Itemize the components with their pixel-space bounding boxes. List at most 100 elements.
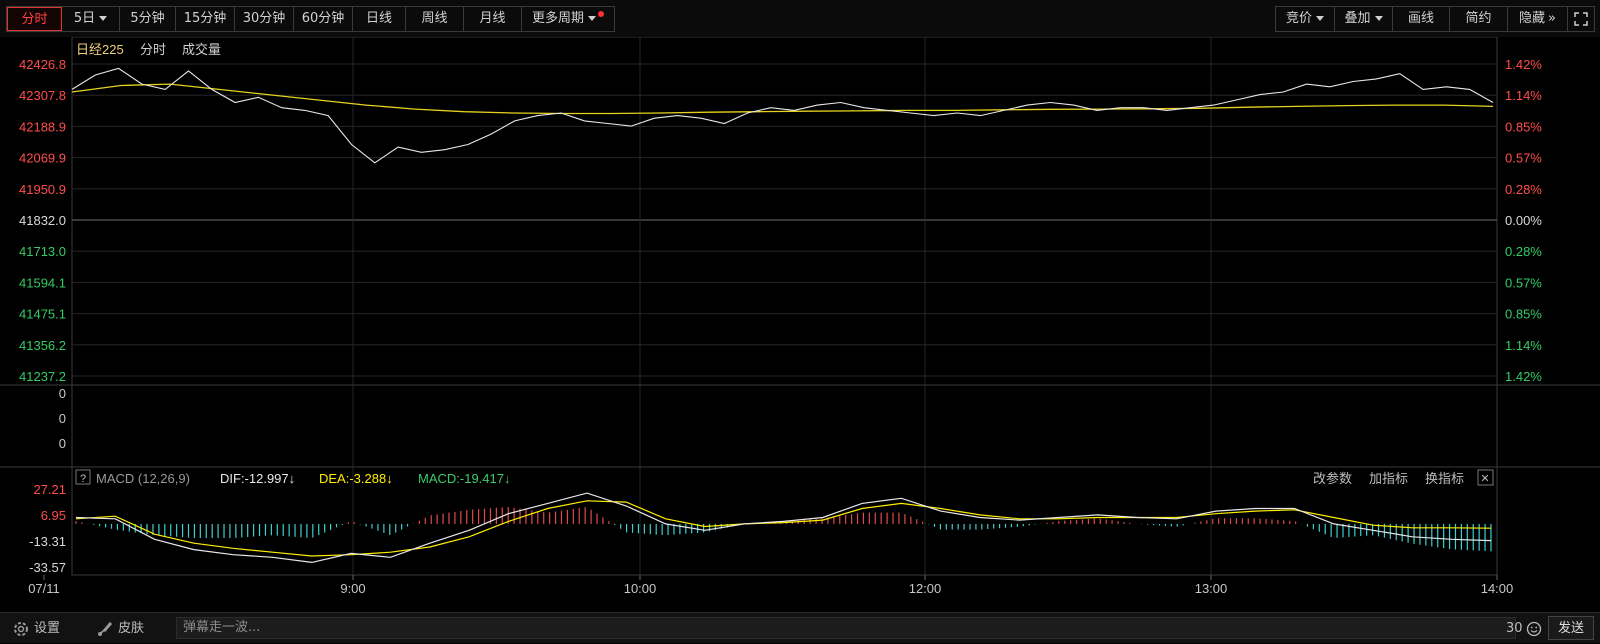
smiley-icon bbox=[1526, 621, 1542, 636]
dif-line bbox=[75, 492, 1492, 564]
macd-name: MACD (12,26,9) bbox=[96, 471, 190, 486]
macd-axis-label: -33.57 bbox=[29, 560, 66, 575]
tool-button-1[interactable]: 叠加 bbox=[1335, 7, 1393, 31]
expand-icon bbox=[1574, 11, 1588, 26]
tab-label: 更多周期 bbox=[531, 11, 584, 26]
dea-value: DEA:-3.288↓ bbox=[319, 471, 393, 486]
tab-label: 日线 bbox=[365, 11, 392, 26]
tab-3[interactable]: 15分钟 bbox=[176, 7, 235, 31]
caret-down-icon bbox=[1374, 16, 1383, 21]
tab-label: 15分钟 bbox=[183, 11, 227, 26]
price-label-right: 1.42% bbox=[1505, 57, 1542, 72]
fullscreen-button[interactable] bbox=[1568, 7, 1594, 31]
price-label-left: 41237.2 bbox=[19, 369, 66, 384]
period-tabs: 分时 5日 5分钟 15分钟 30分钟 60分钟 日线 周线 月线 更多周期 bbox=[6, 6, 615, 32]
tab-label: 周线 bbox=[421, 11, 448, 26]
dif-value: DIF:-12.997↓ bbox=[220, 471, 295, 486]
time-label: 9:00 bbox=[340, 581, 365, 596]
tab-label: 月线 bbox=[479, 11, 506, 26]
volume-label: 成交量 bbox=[182, 42, 221, 57]
chart-area[interactable]: 42426.8 1.42% 42307.8 1.14% 42188.9 0.85% 4206… bbox=[0, 37, 1600, 612]
notification-dot-icon bbox=[598, 11, 604, 17]
tool-button-0[interactable]: 竞价 bbox=[1276, 7, 1335, 31]
price-label-left: 42188.9 bbox=[19, 119, 66, 134]
tool-button-label: 叠加 bbox=[1344, 11, 1371, 26]
volume-axis-label: 0 bbox=[59, 386, 66, 401]
tab-label: 5分钟 bbox=[130, 11, 165, 26]
price-label-left: 41475.1 bbox=[19, 307, 66, 322]
price-label-right: 1.14% bbox=[1505, 88, 1542, 103]
price-label-right: 1.14% bbox=[1505, 338, 1542, 353]
price-label-right: 0.28% bbox=[1505, 244, 1542, 259]
macd-action-1[interactable]: 加指标 bbox=[1369, 471, 1408, 486]
price-label-left: 42069.9 bbox=[19, 151, 66, 166]
tool-button-3[interactable]: 简约 bbox=[1450, 7, 1508, 31]
danmu-input[interactable]: 弹幕走一波... bbox=[176, 617, 1516, 639]
skin-button[interactable]: 皮肤 bbox=[96, 613, 144, 644]
double-arrow-icon: » bbox=[1548, 11, 1556, 26]
tool-button-label: 竞价 bbox=[1285, 11, 1312, 26]
price-label-right: 0.00% bbox=[1505, 213, 1542, 228]
tab-5[interactable]: 60分钟 bbox=[294, 7, 353, 31]
macd-axis-label: 27.21 bbox=[33, 482, 66, 497]
danmu-placeholder: 弹幕走一波... bbox=[183, 620, 261, 635]
help-icon: ? bbox=[80, 473, 86, 485]
skin-label: 皮肤 bbox=[118, 621, 145, 636]
tool-button-label: 画线 bbox=[1407, 11, 1434, 26]
tab-9[interactable]: 更多周期 bbox=[522, 7, 614, 31]
mode-label: 分时 bbox=[140, 42, 166, 57]
time-label: 14:00 bbox=[1481, 581, 1514, 596]
volume-axis-label: 0 bbox=[59, 436, 66, 451]
time-label: 13:00 bbox=[1195, 581, 1228, 596]
price-label-right: 1.42% bbox=[1505, 369, 1542, 384]
price-label-right: 0.28% bbox=[1505, 182, 1542, 197]
chart-tools: 竞价 叠加 画线 简约 隐藏» bbox=[1275, 6, 1595, 32]
tab-8[interactable]: 月线 bbox=[464, 7, 522, 31]
caret-down-icon bbox=[1316, 16, 1324, 21]
price-label-right: 0.85% bbox=[1505, 119, 1542, 134]
time-label: 07/11 bbox=[28, 581, 60, 596]
brush-icon bbox=[98, 621, 113, 636]
price-label-left: 41594.1 bbox=[19, 275, 66, 290]
price-label-left: 41713.0 bbox=[19, 244, 66, 259]
settings-button[interactable]: 设置 bbox=[12, 613, 60, 644]
period-toolbar: 分时 5日 5分钟 15分钟 30分钟 60分钟 日线 周线 月线 更多周期 竞价 叠加 画线 简约 隐藏… bbox=[0, 0, 1600, 37]
macd-axis-label: 6.95 bbox=[41, 508, 66, 523]
tool-button-label: 简约 bbox=[1465, 11, 1492, 26]
volume-axis-label: 0 bbox=[59, 411, 66, 426]
tool-button-label: 隐藏 bbox=[1519, 11, 1546, 26]
close-icon[interactable]: ✕ bbox=[1480, 473, 1489, 485]
tab-4[interactable]: 30分钟 bbox=[235, 7, 294, 31]
time-label: 12:00 bbox=[909, 581, 942, 596]
tool-button-4[interactable]: 隐藏» bbox=[1508, 7, 1568, 31]
tab-label: 5日 bbox=[73, 11, 96, 26]
price-line bbox=[71, 67, 1494, 164]
tab-2[interactable]: 5分钟 bbox=[120, 7, 176, 31]
price-label-left: 41356.2 bbox=[19, 338, 66, 353]
send-button[interactable]: 发送 bbox=[1548, 616, 1594, 640]
tool-button-2[interactable]: 画线 bbox=[1393, 7, 1450, 31]
emoji-button[interactable] bbox=[1526, 613, 1542, 644]
gear-icon bbox=[14, 621, 28, 636]
chart-frame bbox=[71, 37, 1498, 576]
macd-action-0[interactable]: 改参数 bbox=[1313, 471, 1352, 486]
index-name: 日经225 bbox=[76, 42, 124, 57]
price-label-left: 42307.8 bbox=[19, 88, 66, 103]
settings-label: 设置 bbox=[34, 621, 61, 636]
tab-label: 60分钟 bbox=[301, 11, 345, 26]
tab-label: 30分钟 bbox=[242, 11, 286, 26]
tab-0[interactable]: 分时 bbox=[7, 7, 62, 31]
tab-6[interactable]: 日线 bbox=[353, 7, 406, 31]
tab-1[interactable]: 5日 bbox=[62, 7, 120, 31]
price-label-left: 42426.8 bbox=[19, 57, 66, 72]
price-label-right: 0.57% bbox=[1505, 275, 1542, 290]
caret-down-icon bbox=[588, 16, 596, 21]
price-label-right: 0.85% bbox=[1505, 307, 1542, 322]
price-label-left: 41950.9 bbox=[19, 182, 66, 197]
tab-label: 分时 bbox=[21, 12, 48, 27]
tab-7[interactable]: 周线 bbox=[406, 7, 464, 31]
time-label: 10:00 bbox=[624, 581, 657, 596]
macd-action-2[interactable]: 换指标 bbox=[1425, 471, 1464, 486]
macd-axis-label: -13.31 bbox=[29, 534, 66, 549]
macd-value: MACD:-19.417↓ bbox=[418, 471, 510, 486]
